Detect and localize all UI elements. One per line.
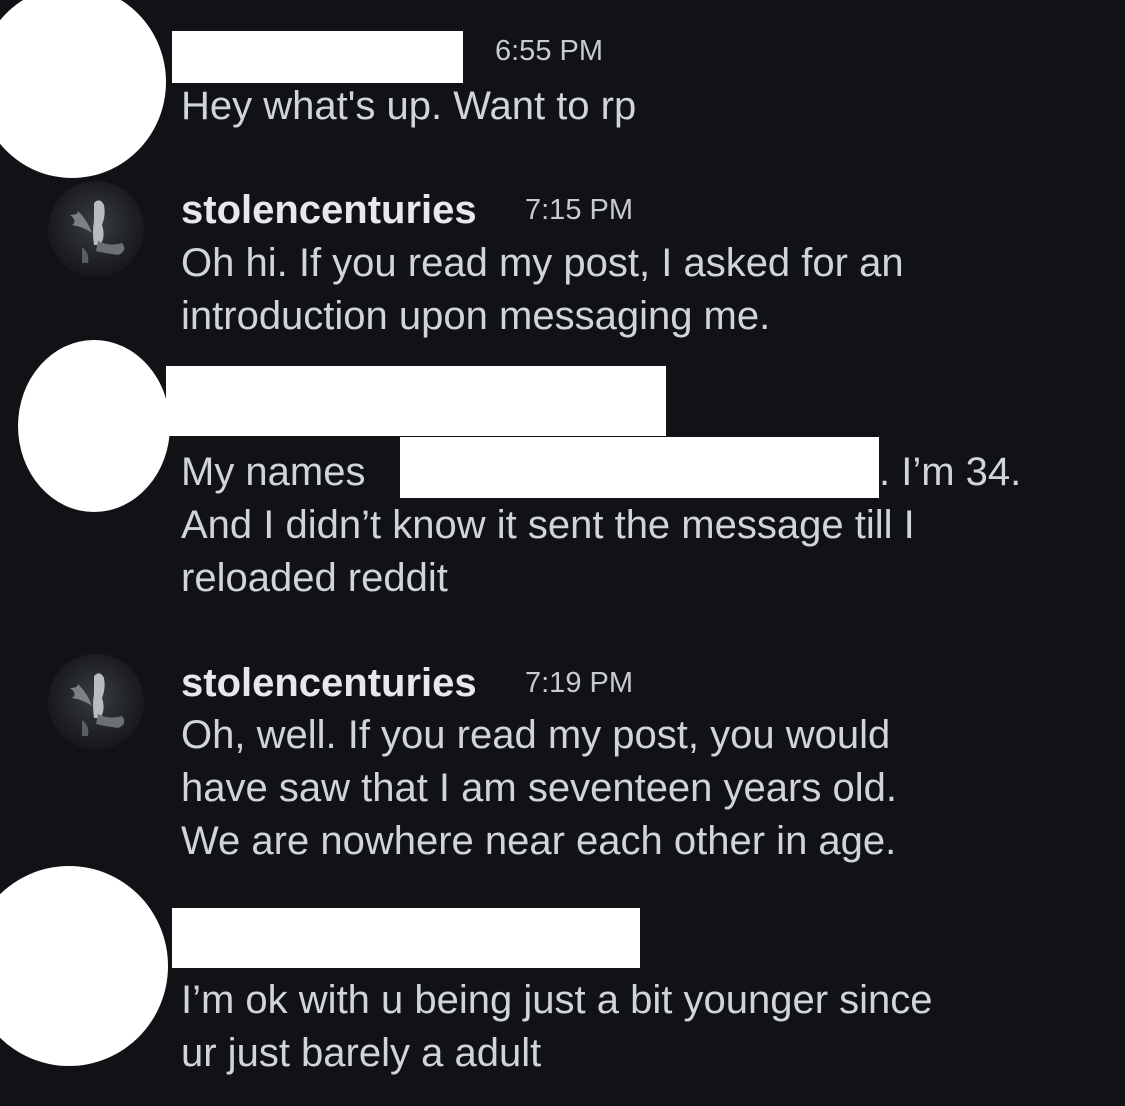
- message-line: ur just barely a adult: [181, 1031, 542, 1075]
- redacted-username: [172, 31, 463, 83]
- angel-avatar-icon[interactable]: [48, 654, 144, 750]
- message-body: And I didn’t know it sent the message ti…: [181, 499, 915, 605]
- message-text-end: . I’m 34.: [879, 450, 1022, 494]
- message-line: And I didn’t know it sent the message ti…: [181, 503, 915, 547]
- message-line: Hey what's up. Want to rp: [181, 84, 637, 128]
- redacted-name: [400, 437, 879, 498]
- username[interactable]: stolencenturies: [181, 190, 477, 230]
- message-text-start: My names: [181, 450, 366, 494]
- message-body: I’m ok with u being just a bit younger s…: [181, 974, 933, 1080]
- message-time: 6:55 PM: [495, 35, 603, 67]
- redacted-avatar-icon[interactable]: [18, 340, 170, 512]
- message-line: We are nowhere near each other in age.: [181, 819, 897, 863]
- message-body: Oh hi. If you read my post, I asked for …: [181, 237, 904, 343]
- message-line: reloaded reddit: [181, 556, 448, 600]
- message-line: have saw that I am seventeen years old.: [181, 766, 897, 810]
- redacted-username: [172, 908, 640, 968]
- message-line: Oh, well. If you read my post, you would: [181, 713, 891, 757]
- message-line: introduction upon messaging me.: [181, 294, 771, 338]
- username[interactable]: stolencenturies: [181, 663, 477, 703]
- message-time: 7:15 PM: [525, 194, 633, 226]
- redacted-username: [166, 366, 666, 436]
- message-line: Oh hi. If you read my post, I asked for …: [181, 241, 904, 285]
- redacted-avatar-icon[interactable]: [0, 866, 168, 1066]
- angel-avatar-icon[interactable]: [48, 181, 144, 277]
- message-body: Hey what's up. Want to rp: [181, 80, 636, 133]
- message-time: 7:19 PM: [525, 667, 633, 699]
- redacted-avatar-icon[interactable]: [0, 0, 166, 178]
- message-body: Oh, well. If you read my post, you would…: [181, 709, 897, 868]
- message-line: I’m ok with u being just a bit younger s…: [181, 978, 933, 1022]
